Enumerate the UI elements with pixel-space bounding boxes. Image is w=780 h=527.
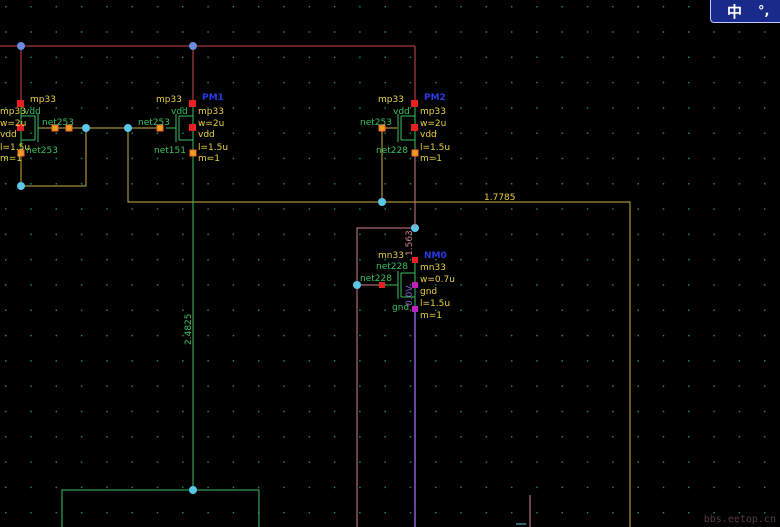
- node-net253-c[interactable]: [378, 198, 386, 206]
- nmos-param-2: w=0.7u: [420, 275, 455, 285]
- nmos-net-2: net228: [360, 274, 392, 284]
- nmos-param-3: gnd: [420, 287, 437, 297]
- nmos-param-1: mn33: [420, 263, 446, 273]
- left-param-2: w=2u: [0, 119, 26, 129]
- vdd-node-left[interactable]: [17, 42, 25, 50]
- right-param-4: l=1.5u: [420, 143, 450, 153]
- left-body-label: vdd: [24, 107, 41, 117]
- left-gate-net: net253: [42, 118, 74, 128]
- mid-param-3: vdd: [198, 130, 215, 140]
- mid-param-5: m=1: [198, 154, 220, 164]
- mid-model-label: mp33: [156, 95, 182, 105]
- right-gate-net: net253: [360, 118, 392, 128]
- nmos-net-1: net228: [376, 262, 408, 272]
- mid-drain-net: net151: [154, 146, 186, 156]
- ime-status-bar[interactable]: 中 °,: [710, 0, 780, 23]
- voltage-mid-node: 2.4825: [184, 314, 194, 346]
- right-tag: PM2: [424, 93, 446, 103]
- mid-param-4: l=1.5u: [198, 143, 228, 153]
- left-drain-net: net253: [26, 146, 58, 156]
- left-model-label: mp33: [30, 95, 56, 105]
- vdd-node-mid[interactable]: [189, 42, 197, 50]
- nmos-param-4: l=1.5u: [420, 299, 450, 309]
- left-param-5: m=1: [0, 154, 22, 164]
- mid-tag: PM1: [202, 93, 224, 103]
- right-param-3: vdd: [420, 130, 437, 140]
- right-param-1: mp33: [420, 107, 446, 117]
- left-param-3: vdd: [0, 130, 17, 140]
- right-model-label: mp33: [378, 95, 404, 105]
- left-param-1: mp33: [0, 107, 26, 117]
- voltage-top-node: 1.7785: [484, 193, 516, 203]
- mid-gate-net: net253: [138, 118, 170, 128]
- node-left-drain[interactable]: [17, 182, 25, 190]
- watermark-text: bbs.eetop.cn: [703, 514, 776, 525]
- voltage-source: 0.0V: [405, 285, 415, 306]
- nmos-param-5: m=1: [420, 311, 442, 321]
- right-param-5: m=1: [420, 154, 442, 164]
- voltage-drain: 1.563: [405, 230, 415, 256]
- schematic-canvas[interactable]: mp33 mp33 w=2u vdd l=1.5u m=1 vdd net253…: [0, 0, 780, 527]
- nmos-model-label: mn33: [378, 251, 404, 261]
- mid-param-2: w=2u: [198, 119, 224, 129]
- mid-body-label: vdd: [171, 107, 188, 117]
- right-drain-net: net228: [376, 146, 408, 156]
- ime-language-indicator[interactable]: 中: [727, 1, 742, 22]
- node-net253-a[interactable]: [82, 124, 90, 132]
- right-param-2: w=2u: [420, 119, 446, 129]
- node-net151[interactable]: [189, 486, 197, 494]
- mid-param-1: mp33: [198, 107, 224, 117]
- node-net253-b[interactable]: [124, 124, 132, 132]
- nmos-tag: NM0: [424, 251, 447, 261]
- right-body-label: vdd: [393, 107, 410, 117]
- ime-punctuation-indicator[interactable]: °,: [758, 4, 769, 19]
